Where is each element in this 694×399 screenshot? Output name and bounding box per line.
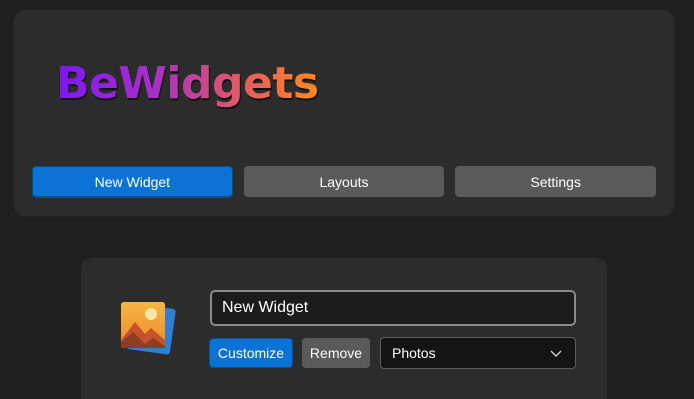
widget-name-input[interactable]: New Widget	[210, 290, 576, 326]
photo-gallery-icon	[121, 302, 176, 355]
layouts-tab-button[interactable]: Layouts	[243, 166, 445, 197]
chevron-down-icon	[550, 350, 562, 357]
settings-tab-button[interactable]: Settings	[455, 166, 657, 197]
app-logo-title: BeWidgets	[56, 58, 319, 109]
new-widget-tab-button[interactable]: New Widget	[32, 166, 233, 197]
header-card: BeWidgets New Widget Layouts Settings	[14, 10, 674, 216]
remove-button[interactable]: Remove	[302, 338, 370, 368]
widget-type-select[interactable]: Photos	[380, 337, 576, 369]
main-navigation: New Widget Layouts Settings	[32, 166, 657, 197]
customize-button[interactable]: Customize	[209, 338, 293, 368]
widget-type-selected: Photos	[392, 345, 436, 361]
widget-card: New Widget Customize Remove Photos	[81, 258, 607, 399]
app-window: BeWidgets New Widget Layouts Settings Ne…	[0, 0, 694, 399]
